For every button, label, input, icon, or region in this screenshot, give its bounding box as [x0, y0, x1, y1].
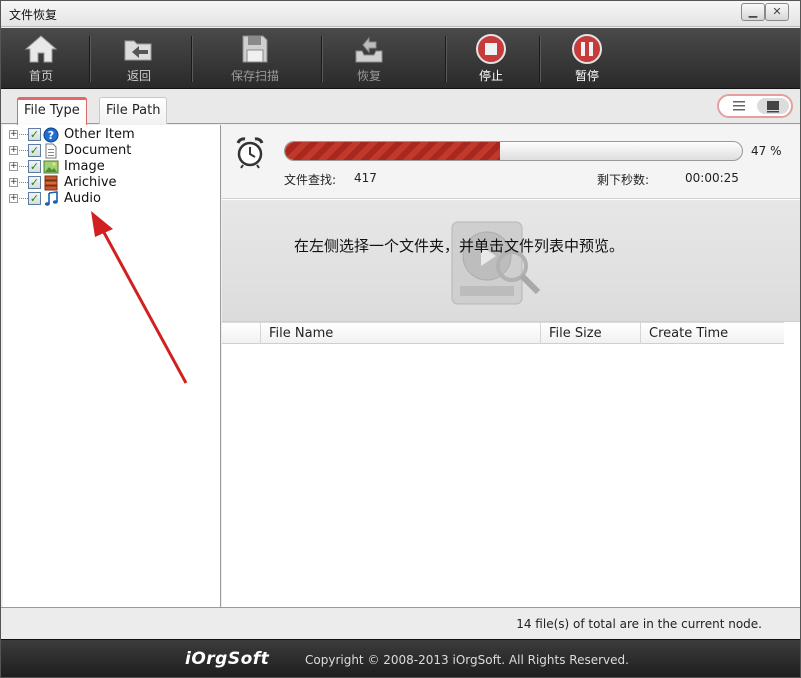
list-view-icon — [733, 101, 745, 111]
home-icon — [24, 35, 58, 63]
folder-back-icon — [124, 40, 152, 61]
files-found-label: 文件查找: — [284, 173, 337, 187]
preview-panel: 在左侧选择一个文件夹，并单击文件列表中预览。 — [222, 200, 800, 322]
stop-button[interactable]: 停止 — [455, 28, 527, 89]
file-type-tree: + ✓ ? Other Item + ✓ Document + ✓ Image … — [3, 125, 221, 607]
footer-bar: iOrgSoft Copyright © 2008-2013 iOrgSoft.… — [1, 639, 800, 677]
preview-instructions: 在左侧选择一个文件夹，并单击文件列表中预览。 — [294, 237, 625, 255]
tree-item-label: Image — [64, 159, 105, 174]
minimize-button[interactable]: ▁ — [741, 3, 765, 21]
home-label: 首页 — [28, 69, 53, 83]
save-scan-label: 保存扫描 — [230, 69, 279, 83]
copyright-text: Copyright © 2008-2013 iOrgSoft. All Righ… — [305, 653, 629, 667]
music-note-icon — [44, 191, 58, 206]
tree-item-label: Arichive — [64, 175, 117, 190]
right-pane: 47 % 文件查找: 417 剩下秒数: 00:00:25 在左侧选择一个文件夹… — [222, 125, 800, 607]
progress-percent: 47 % — [751, 144, 782, 158]
detail-view-icon — [767, 101, 779, 113]
tree-connector — [19, 198, 28, 199]
list-view-button[interactable] — [723, 98, 755, 114]
title-bar: 文件恢复 ▁ ✕ — [1, 1, 800, 27]
stop-label: 停止 — [478, 69, 503, 83]
main-toolbar: 首页 返回 保存扫描 恢复 停止 暂停 — [1, 28, 800, 89]
expand-toggle[interactable]: + — [9, 146, 18, 155]
time-remaining-label: 剩下秒数: — [597, 173, 650, 187]
toolbar-separator — [539, 36, 540, 82]
time-remaining-value: 00:00:25 — [685, 171, 739, 185]
expand-toggle[interactable]: + — [9, 194, 18, 203]
scan-progress-fill — [285, 142, 500, 160]
tree-checkbox[interactable]: ✓ — [28, 144, 41, 157]
file-table-body[interactable] — [222, 345, 784, 607]
image-icon — [43, 160, 59, 174]
svg-text:?: ? — [48, 129, 54, 142]
column-header-file-size[interactable]: File Size — [540, 323, 640, 344]
tree-checkbox[interactable]: ✓ — [28, 160, 41, 173]
floppy-disk-icon — [242, 35, 268, 63]
status-bar: 14 file(s) of total are in the current n… — [1, 607, 800, 639]
tree-item-label: Other Item — [64, 127, 135, 142]
toolbar-separator — [445, 36, 446, 82]
tree-checkbox[interactable]: ✓ — [28, 128, 41, 141]
tree-connector — [19, 134, 28, 135]
pause-button[interactable]: 暂停 — [551, 28, 623, 89]
expand-toggle[interactable]: + — [9, 178, 18, 187]
question-icon: ? — [43, 127, 59, 143]
tree-checkbox[interactable]: ✓ — [28, 192, 41, 205]
pause-label: 暂停 — [574, 69, 599, 83]
annotation-arrow — [91, 211, 188, 384]
recover-button[interactable]: 恢复 — [333, 28, 405, 89]
document-icon — [45, 143, 57, 159]
tree-connector — [19, 182, 28, 183]
save-scan-button[interactable]: 保存扫描 — [219, 28, 291, 89]
toolbar-separator — [191, 36, 192, 82]
toolbar-separator — [321, 36, 322, 82]
pause-icon — [572, 34, 602, 64]
back-label: 返回 — [126, 69, 151, 83]
tree-item-image[interactable]: + ✓ Image — [9, 159, 209, 175]
recover-label: 恢复 — [356, 69, 381, 83]
tree-connector — [19, 150, 28, 151]
archive-icon — [44, 175, 58, 191]
expand-toggle[interactable]: + — [9, 130, 18, 139]
recover-tray-icon — [355, 36, 383, 63]
file-table-header: File Name File Size Create Time — [222, 322, 784, 344]
expand-toggle[interactable]: + — [9, 162, 18, 171]
tree-item-other[interactable]: + ✓ ? Other Item — [9, 127, 209, 143]
tab-file-path[interactable]: File Path — [99, 97, 168, 124]
tree-item-document[interactable]: + ✓ Document — [9, 143, 209, 159]
app-window: 文件恢复 ▁ ✕ 首页 返回 保存扫描 恢复 停止 暂停 File Type F… — [0, 0, 801, 678]
toolbar-separator — [89, 36, 90, 82]
tree-checkbox[interactable]: ✓ — [28, 176, 41, 189]
tree-item-label: Document — [64, 143, 132, 158]
column-header-create-time[interactable]: Create Time — [640, 323, 784, 344]
back-button[interactable]: 返回 — [103, 28, 175, 89]
scan-progress-bar — [284, 141, 743, 161]
brand-logo: iOrgSoft — [185, 649, 270, 669]
hard-drive-search-icon — [451, 221, 541, 305]
column-header-select[interactable] — [222, 323, 260, 344]
close-button[interactable]: ✕ — [765, 3, 789, 21]
column-header-file-name[interactable]: File Name — [260, 323, 540, 344]
tab-strip: File Type File Path — [1, 89, 800, 125]
alarm-clock-icon — [236, 137, 264, 169]
tab-file-type[interactable]: File Type — [17, 97, 87, 125]
home-button[interactable]: 首页 — [5, 28, 77, 89]
detail-view-button[interactable] — [757, 98, 789, 114]
tree-connector — [19, 166, 28, 167]
tree-item-archive[interactable]: + ✓ Arichive — [9, 175, 209, 191]
files-found-value: 417 — [354, 171, 377, 185]
scan-progress-panel: 47 % 文件查找: 417 剩下秒数: 00:00:25 — [222, 125, 800, 199]
view-toggle — [717, 94, 793, 118]
status-message: 14 file(s) of total are in the current n… — [516, 617, 762, 631]
stop-icon — [476, 34, 506, 64]
window-title: 文件恢复 — [9, 8, 58, 22]
